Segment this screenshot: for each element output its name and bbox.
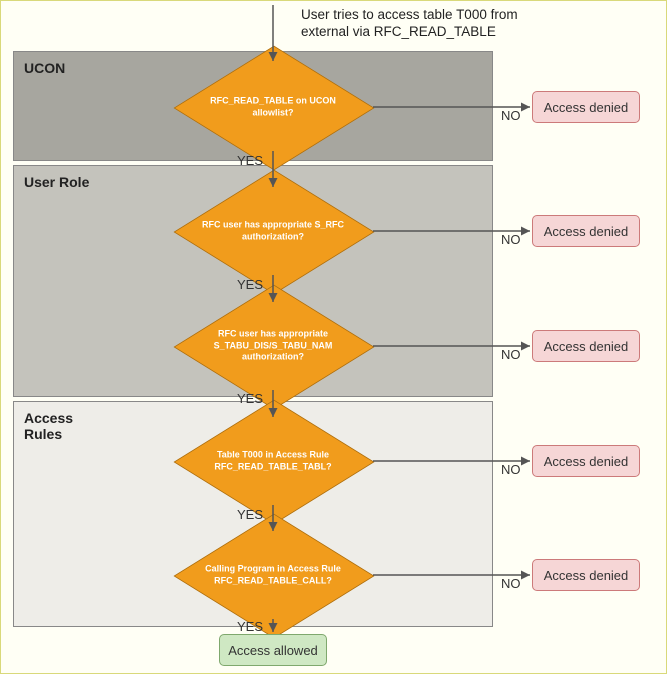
- outcome-allowed-text: Access allowed: [228, 643, 318, 658]
- section-ucon-label: UCON: [24, 60, 65, 76]
- edge-yes-4: YES: [237, 507, 263, 522]
- edge-yes-5: YES: [237, 619, 263, 634]
- decision-table-rule-text: Table T000 in Access Rule RFC_READ_TABLE…: [193, 449, 353, 472]
- section-access-rules-label: Access Rules: [24, 410, 84, 442]
- decision-caller-rule: Calling Program in Access Rule RFC_READ_…: [173, 535, 373, 615]
- edge-yes-1: YES: [237, 153, 263, 168]
- decision-stabu-auth-text: RFC user has appropriate S_TABU_DIS/S_TA…: [193, 328, 353, 363]
- edge-no-5: NO: [501, 576, 521, 591]
- outcome-denied-2: Access denied: [532, 215, 640, 247]
- outcome-allowed: Access allowed: [219, 634, 327, 666]
- edge-no-4: NO: [501, 462, 521, 477]
- decision-table-rule: Table T000 in Access Rule RFC_READ_TABLE…: [173, 421, 373, 501]
- edge-no-3: NO: [501, 347, 521, 362]
- decision-ucon-allowlist: RFC_READ_TABLE on UCON allowlist?: [173, 67, 373, 147]
- decision-srfc-auth-text: RFC user has appropriate S_RFC authoriza…: [193, 219, 353, 242]
- edge-no-2: NO: [501, 232, 521, 247]
- decision-ucon-allowlist-text: RFC_READ_TABLE on UCON allowlist?: [193, 95, 353, 118]
- outcome-denied-1-text: Access denied: [544, 100, 629, 115]
- outcome-denied-4: Access denied: [532, 445, 640, 477]
- outcome-denied-2-text: Access denied: [544, 224, 629, 239]
- decision-caller-rule-text: Calling Program in Access Rule RFC_READ_…: [193, 563, 353, 586]
- edge-no-1: NO: [501, 108, 521, 123]
- header-text: User tries to access table T000 from ext…: [301, 7, 561, 41]
- section-user-role-label: User Role: [24, 174, 89, 190]
- outcome-denied-1: Access denied: [532, 91, 640, 123]
- outcome-denied-3-text: Access denied: [544, 339, 629, 354]
- outcome-denied-4-text: Access denied: [544, 454, 629, 469]
- flowchart-canvas: User tries to access table T000 from ext…: [0, 0, 667, 674]
- decision-stabu-auth: RFC user has appropriate S_TABU_DIS/S_TA…: [173, 306, 373, 386]
- outcome-denied-3: Access denied: [532, 330, 640, 362]
- decision-srfc-auth: RFC user has appropriate S_RFC authoriza…: [173, 191, 373, 271]
- outcome-denied-5: Access denied: [532, 559, 640, 591]
- edge-yes-2: YES: [237, 277, 263, 292]
- outcome-denied-5-text: Access denied: [544, 568, 629, 583]
- edge-yes-3: YES: [237, 391, 263, 406]
